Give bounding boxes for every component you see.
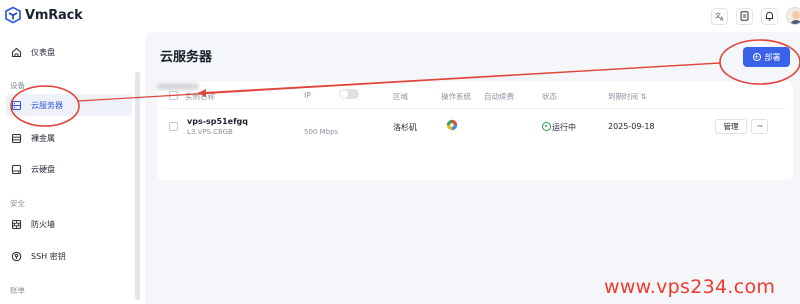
logo[interactable]: VmRack (4, 6, 83, 24)
instance-plan: L3.VPS.C8GB (187, 128, 233, 136)
sidebar-item-label: 云硬盘 (31, 164, 55, 174)
column-header-name: 实例名称 (185, 92, 215, 101)
bell-icon[interactable] (761, 7, 778, 25)
sidebar-scrollbar[interactable] (135, 72, 140, 300)
svg-text:A: A (720, 17, 724, 22)
os-logo-icon (446, 119, 458, 131)
instance-region: 洛杉矶 (393, 123, 417, 132)
deploy-button-label: 部署 (764, 52, 781, 62)
sidebar-item-label: SSH 密钥 (31, 251, 66, 261)
sidebar-item-firewall[interactable]: 防火墙 (6, 213, 132, 235)
firewall-icon (10, 218, 22, 230)
sidebar-item-label: 防火墙 (31, 219, 55, 229)
sidebar-item-cloud-disk[interactable]: 云硬盘 (6, 158, 132, 180)
main-content: 云服务器 + 部署 实例名称 IP 区域 操作系统 自动续费 状态 到期时间 ⇅… (145, 32, 800, 304)
sidebar-section-security: 安全 (10, 199, 25, 208)
sidebar: 仪表盘 设备 云服务器 裸金属 云硬盘 安全 防火墙 SSH 密钥 账单 (0, 32, 140, 304)
instance-expires: 2025-09-18 (608, 122, 655, 131)
sidebar-item-label: 仪表盘 (31, 47, 55, 57)
instance-name[interactable]: vps-sp51efgq (187, 117, 248, 126)
deploy-button[interactable]: + 部署 (743, 47, 790, 67)
sidebar-item-bare-metal[interactable]: 裸金属 (6, 127, 132, 149)
more-actions-button[interactable]: ··· (751, 119, 768, 134)
column-header-auto-renew: 自动续费 (484, 92, 514, 101)
sidebar-section-billing: 账单 (10, 286, 25, 295)
vmrack-logo-icon (5, 6, 21, 24)
page-title: 云服务器 (160, 50, 213, 65)
plus-circle-icon: + (752, 53, 761, 61)
home-icon (10, 46, 22, 58)
column-header-os: 操作系统 (441, 92, 471, 101)
header-divider (165, 108, 785, 109)
manage-button[interactable]: 管理 (715, 119, 747, 134)
disk-icon (10, 163, 22, 175)
top-bar: VmRack 文A (0, 0, 800, 32)
column-header-expires[interactable]: 到期时间 ⇅ (608, 91, 647, 102)
instance-bandwidth: 500 Mbps (304, 128, 339, 136)
auto-renew-toggle[interactable] (339, 89, 359, 99)
document-icon[interactable] (736, 7, 753, 25)
server-icon (10, 99, 22, 111)
status-running-icon (542, 122, 551, 131)
translate-icon[interactable]: 文A (711, 7, 728, 25)
avatar[interactable] (786, 7, 800, 25)
key-icon (10, 250, 22, 262)
server-table: 实例名称 IP 区域 操作系统 自动续费 状态 到期时间 ⇅ vps-sp51e… (157, 82, 793, 180)
sidebar-item-cloud-server[interactable]: 云服务器 (6, 94, 132, 116)
row-checkbox[interactable] (169, 122, 178, 131)
select-all-checkbox[interactable] (169, 91, 178, 100)
instance-ip-redacted (157, 83, 199, 90)
sidebar-section-device: 设备 (10, 81, 25, 90)
instance-status: 运行中 (552, 123, 576, 132)
sidebar-item-label: 裸金属 (31, 133, 55, 143)
column-header-ip: IP (304, 91, 311, 100)
sidebar-item-dashboard[interactable]: 仪表盘 (6, 41, 132, 63)
sidebar-item-label: 云服务器 (31, 100, 63, 110)
column-header-status: 状态 (542, 92, 557, 101)
column-header-region: 区域 (393, 92, 408, 101)
watermark: www.vps234.com (604, 276, 776, 298)
sidebar-item-ssh-key[interactable]: SSH 密钥 (6, 245, 132, 267)
bare-metal-icon (10, 132, 22, 144)
app-name: VmRack (25, 7, 83, 23)
